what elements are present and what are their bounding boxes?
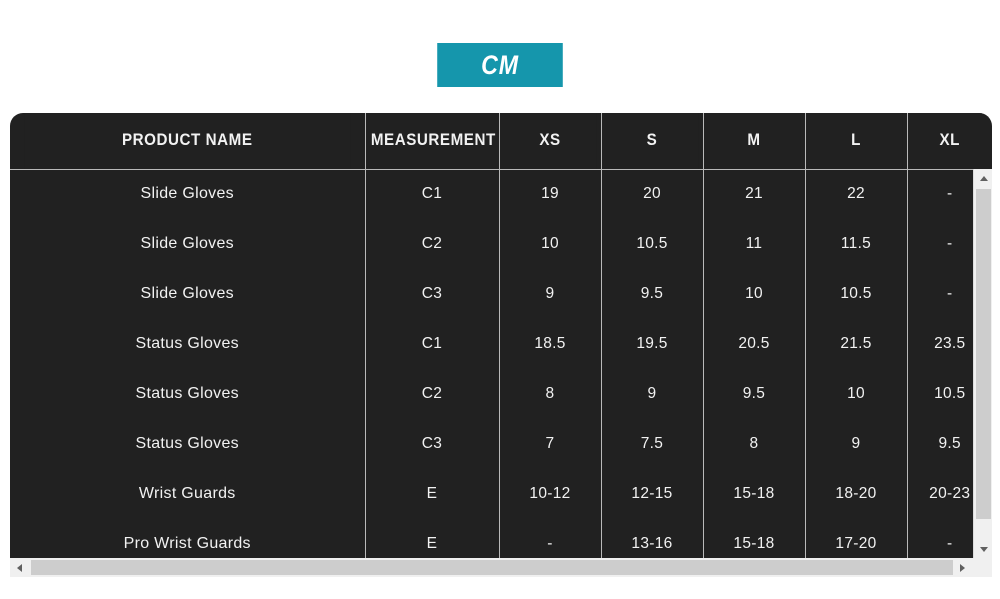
vertical-scrollbar-thumb[interactable] bbox=[976, 189, 991, 519]
table-row: Status Gloves C3 7 7.5 8 9 9.5 bbox=[10, 419, 992, 469]
cell-product-name: Status Gloves bbox=[10, 369, 366, 419]
table-header-row: PRODUCT NAME MEASUREMENT XS S M L XL bbox=[10, 113, 992, 170]
cell-l: 22 bbox=[805, 169, 908, 219]
table-row: Status Gloves C1 18.5 19.5 20.5 21.5 23.… bbox=[10, 319, 992, 369]
cell-m: 15-18 bbox=[703, 469, 806, 519]
cell-m: 11 bbox=[703, 219, 806, 269]
cell-m: 20.5 bbox=[703, 319, 806, 369]
size-chart-panel: PRODUCT NAME MEASUREMENT XS S M L XL Sli… bbox=[10, 113, 992, 558]
cell-xs: - bbox=[499, 519, 602, 558]
scroll-up-button[interactable] bbox=[974, 169, 992, 187]
cell-m: 9.5 bbox=[703, 369, 806, 419]
column-header-l[interactable]: L bbox=[809, 113, 904, 170]
cell-l: 10.5 bbox=[805, 269, 908, 319]
cell-xs: 8 bbox=[499, 369, 602, 419]
column-header-product-name[interactable]: PRODUCT NAME bbox=[24, 113, 352, 170]
cell-l: 21.5 bbox=[805, 319, 908, 369]
cell-xs: 10 bbox=[499, 219, 602, 269]
cell-xs: 9 bbox=[499, 269, 602, 319]
cell-l: 10 bbox=[805, 369, 908, 419]
column-header-m[interactable]: M bbox=[707, 113, 802, 170]
table-header: PRODUCT NAME MEASUREMENT XS S M L XL bbox=[10, 113, 992, 170]
horizontal-scrollbar-thumb[interactable] bbox=[31, 560, 961, 575]
cell-product-name: Slide Gloves bbox=[10, 269, 366, 319]
cell-m: 21 bbox=[703, 169, 806, 219]
triangle-right-icon bbox=[960, 563, 965, 572]
scroll-left-button[interactable] bbox=[10, 558, 29, 577]
unit-tab-row: CM bbox=[0, 43, 1000, 88]
table-row: Slide Gloves C3 9 9.5 10 10.5 - bbox=[10, 269, 992, 319]
cell-l: 17-20 bbox=[805, 519, 908, 558]
cell-s: 20 bbox=[601, 169, 704, 219]
cell-measurement: E bbox=[365, 469, 500, 519]
scroll-down-button[interactable] bbox=[974, 540, 992, 558]
scrollbar-corner bbox=[973, 558, 992, 577]
cell-measurement: C3 bbox=[365, 269, 500, 319]
size-chart-table: PRODUCT NAME MEASUREMENT XS S M L XL Sli… bbox=[10, 113, 992, 558]
cell-xs: 10-12 bbox=[499, 469, 602, 519]
cell-product-name: Pro Wrist Guards bbox=[10, 519, 366, 558]
horizontal-scrollbar[interactable] bbox=[10, 558, 992, 577]
cell-s: 12-15 bbox=[601, 469, 704, 519]
cell-product-name: Status Gloves bbox=[10, 319, 366, 369]
cell-measurement: C2 bbox=[365, 219, 500, 269]
table-row: Pro Wrist Guards E - 13-16 15-18 17-20 - bbox=[10, 519, 992, 558]
cell-xs: 18.5 bbox=[499, 319, 602, 369]
size-chart-page: CM PRODUCT NAME MEASUREMENT XS S M L XL … bbox=[0, 0, 1000, 599]
cell-xs: 19 bbox=[499, 169, 602, 219]
cell-product-name: Wrist Guards bbox=[10, 469, 366, 519]
cell-m: 8 bbox=[703, 419, 806, 469]
cell-m: 10 bbox=[703, 269, 806, 319]
vertical-scrollbar[interactable] bbox=[973, 169, 992, 558]
table-row: Slide Gloves C2 10 10.5 11 11.5 - bbox=[10, 219, 992, 269]
cell-measurement: C2 bbox=[365, 369, 500, 419]
cell-measurement: C3 bbox=[365, 419, 500, 469]
cell-s: 10.5 bbox=[601, 219, 704, 269]
column-header-xs[interactable]: XS bbox=[503, 113, 598, 170]
cell-l: 11.5 bbox=[805, 219, 908, 269]
cell-product-name: Slide Gloves bbox=[10, 219, 366, 269]
table-body: Slide Gloves C1 19 20 21 22 - Slide Glov… bbox=[10, 169, 992, 558]
triangle-up-icon bbox=[979, 175, 988, 181]
cell-product-name: Slide Gloves bbox=[10, 169, 366, 219]
cell-xs: 7 bbox=[499, 419, 602, 469]
cell-l: 18-20 bbox=[805, 469, 908, 519]
cell-product-name: Status Gloves bbox=[10, 419, 366, 469]
scroll-right-button[interactable] bbox=[953, 558, 972, 577]
column-header-xl[interactable]: XL bbox=[910, 113, 989, 170]
column-header-measurement[interactable]: MEASUREMENT bbox=[370, 113, 495, 170]
unit-tab-cm[interactable]: CM bbox=[437, 43, 563, 87]
table-row: Status Gloves C2 8 9 9.5 10 10.5 bbox=[10, 369, 992, 419]
cell-s: 19.5 bbox=[601, 319, 704, 369]
cell-measurement: E bbox=[365, 519, 500, 558]
cell-measurement: C1 bbox=[365, 319, 500, 369]
cell-s: 9 bbox=[601, 369, 704, 419]
column-header-s[interactable]: S bbox=[605, 113, 700, 170]
table-row: Slide Gloves C1 19 20 21 22 - bbox=[10, 169, 992, 219]
cell-l: 9 bbox=[805, 419, 908, 469]
triangle-down-icon bbox=[979, 546, 988, 552]
triangle-left-icon bbox=[17, 563, 22, 572]
cell-m: 15-18 bbox=[703, 519, 806, 558]
cell-s: 9.5 bbox=[601, 269, 704, 319]
cell-measurement: C1 bbox=[365, 169, 500, 219]
cell-s: 7.5 bbox=[601, 419, 704, 469]
cell-s: 13-16 bbox=[601, 519, 704, 558]
table-row: Wrist Guards E 10-12 12-15 15-18 18-20 2… bbox=[10, 469, 992, 519]
